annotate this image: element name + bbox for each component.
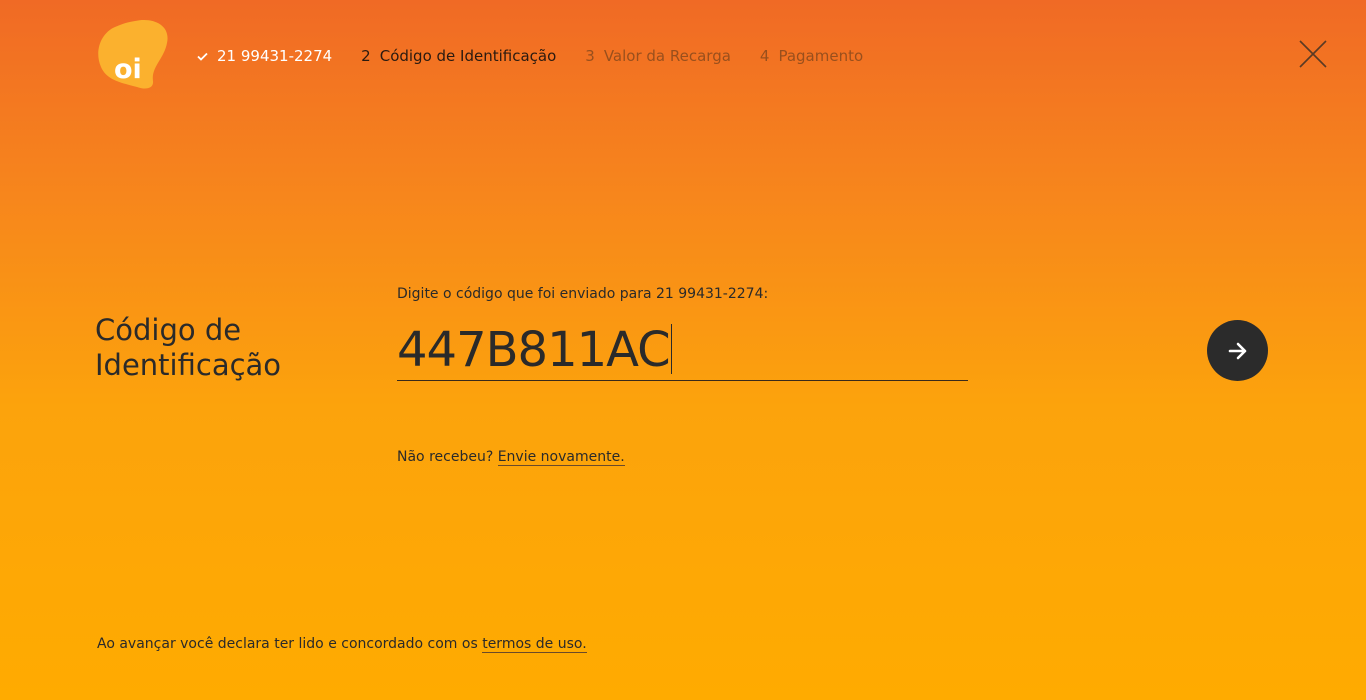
- terms-prefix: Ao avançar você declara ter lido e conco…: [97, 636, 478, 652]
- terms-link[interactable]: termos de uso.: [482, 636, 587, 653]
- code-value: 447B811AC: [397, 322, 671, 378]
- step-number: 3: [585, 47, 595, 65]
- resend-link[interactable]: Envie novamente.: [497, 449, 625, 466]
- step-payment: 4 Pagamento: [760, 47, 863, 65]
- step-number: 2: [361, 47, 371, 65]
- step-recharge-value: 3 Valor da Recarga: [585, 47, 731, 65]
- terms-line: Ao avançar você declara ter lido e conco…: [97, 636, 587, 653]
- oi-logo: oi: [97, 19, 169, 89]
- close-icon: [1299, 40, 1327, 68]
- text-caret: [670, 324, 672, 374]
- progress-steps: 21 99431-2274 2 Código de Identificação …: [197, 47, 892, 65]
- oi-logo-graphic: oi: [98, 19, 168, 89]
- oi-logo-text: oi: [114, 54, 142, 85]
- close-button[interactable]: [1297, 38, 1329, 70]
- step-number: 4: [759, 47, 770, 65]
- step-label: Pagamento: [778, 47, 864, 65]
- code-input[interactable]: 447B811AC: [397, 316, 968, 381]
- resend-prefix: Não recebeu?: [397, 449, 494, 465]
- step-phone[interactable]: 21 99431-2274: [197, 47, 332, 65]
- step-label: 21 99431-2274: [217, 47, 333, 65]
- next-button[interactable]: [1207, 320, 1268, 381]
- step-label: Valor da Recarga: [603, 47, 731, 65]
- step-identification-code: 2 Código de Identificação: [361, 47, 556, 65]
- arrow-right-icon: [1228, 342, 1246, 359]
- resend-line: Não recebeu? Envie novamente.: [397, 449, 625, 466]
- page-title: Código de Identificação: [95, 313, 282, 382]
- code-prompt: Digite o código que foi enviado para 21 …: [397, 286, 769, 302]
- step-label: Código de Identificação: [379, 47, 557, 65]
- check-icon: [197, 52, 208, 61]
